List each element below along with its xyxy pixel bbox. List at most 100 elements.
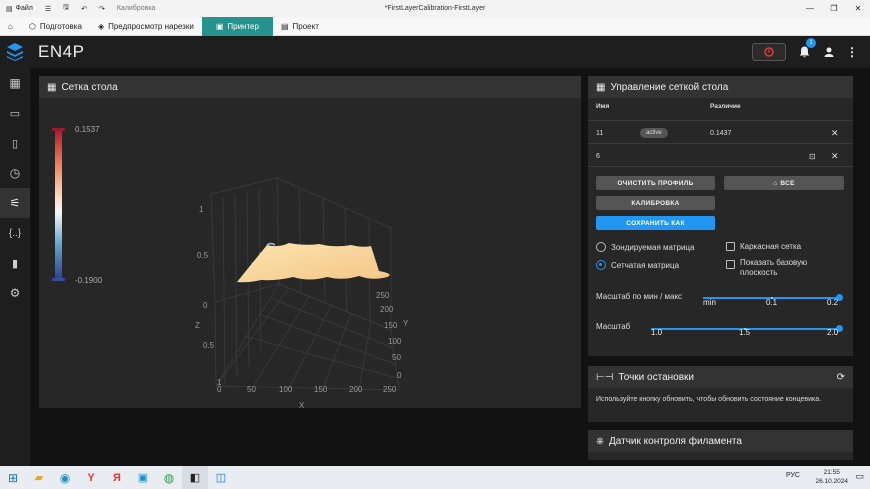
notification-badge: 1 <box>806 38 816 48</box>
project-icon: ▤ <box>280 21 289 31</box>
app-logo-icon <box>0 36 30 68</box>
endstops-hint: Используйте кнопку обновить, чтобы обнов… <box>596 396 822 403</box>
calendar-app-icon[interactable]: ◫ <box>208 466 234 489</box>
sidebar-item-machine[interactable]: ▮ <box>0 248 30 278</box>
account-icon[interactable] <box>822 47 836 57</box>
load-icon[interactable]: ⊡ <box>809 152 816 161</box>
mesh-management-header: ▦ Управление сеткой стола <box>588 76 853 98</box>
save-icon[interactable]: 🖫 <box>57 0 75 17</box>
sliders-icon: ⚟ <box>9 196 21 210</box>
table-row[interactable]: 6 ⊡ ✕ <box>588 149 853 163</box>
sidebar-item-files[interactable]: ▯ <box>0 128 30 158</box>
emergency-stop-button[interactable] <box>752 43 786 61</box>
colorbar-min: -0.1900 <box>75 276 103 285</box>
redo-icon[interactable]: ↷ <box>93 0 111 17</box>
home-icon[interactable]: ⌂ <box>0 17 21 36</box>
bed-mesh-header: ▦ Сетка стола <box>39 76 581 98</box>
z-tick: 0 <box>203 301 208 310</box>
yandex-browser-icon[interactable]: Y <box>78 466 104 489</box>
stop-icon <box>764 47 774 57</box>
z-tick: 0.5 <box>203 341 215 350</box>
file-menu[interactable]: ▤ Файл <box>0 0 39 17</box>
x-tick: 50 <box>247 385 256 394</box>
printer-icon: ▣ <box>215 21 224 31</box>
wireframe-checkbox[interactable]: Каркасная сетка <box>726 242 846 251</box>
start-icon[interactable]: ⊞ <box>0 466 26 489</box>
file-icon: ▯ <box>11 137 19 150</box>
notifications-button[interactable]: 1 <box>796 38 816 60</box>
bell-icon <box>799 46 809 58</box>
tab-preview[interactable]: ◈ Предпросмотр нарезки <box>90 17 202 36</box>
more-vertical-icon[interactable]: ⋮ <box>846 45 858 59</box>
filament-header: ⎈ Датчик контроля филамента <box>588 430 853 452</box>
chrome-icon[interactable]: ◍ <box>156 466 182 489</box>
x-tick: 250 <box>383 385 397 394</box>
undo-icon[interactable]: ↶ <box>75 0 93 17</box>
history-icon: ◷ <box>9 166 21 180</box>
y-axis-label: Y <box>403 319 409 328</box>
filament-icon: ⎈ <box>596 435 604 447</box>
bed-mesh-graph[interactable]: 0.1537 -0.1900 1 0.5 0 0.5 1 Z 0 50 100 … <box>39 98 581 408</box>
x-tick: 200 <box>349 385 363 394</box>
y-tick: 200 <box>380 305 394 314</box>
sidebar-item-history[interactable]: ◷ <box>0 158 30 188</box>
endstops-header: ⊢⊣ Точки остановки ⟳ <box>588 366 853 388</box>
show-base-plane-checkbox[interactable]: Показать базовую плоскость <box>726 258 846 278</box>
minmax-label: Масштаб по мин / макс <box>596 292 683 301</box>
probed-matrix-radio[interactable]: Зондируемая матрица <box>596 242 726 252</box>
y-tick: 50 <box>392 353 401 362</box>
status-badge: active <box>640 128 668 138</box>
yandex-icon[interactable]: Я <box>104 466 130 489</box>
grid-icon: ▦ <box>596 81 606 93</box>
edge-icon[interactable]: ◉ <box>52 466 78 489</box>
window-titlebar: ▤ Файл ☰ 🖫 ↶ ↷ Калибровка *FirstLayerCali… <box>0 0 870 17</box>
tab-printer[interactable]: ▣ Принтер <box>201 16 273 36</box>
x-tick: 100 <box>279 385 293 394</box>
close-icon[interactable]: ✕ <box>831 128 839 139</box>
close-icon[interactable]: ✕ <box>831 151 839 162</box>
tab-prepare[interactable]: ⬡ Подготовка <box>21 17 90 36</box>
y-tick: 0 <box>397 371 402 380</box>
table-row[interactable]: 11 active 0.1437 ✕ <box>588 126 853 140</box>
sidebar-item-settings[interactable]: ⚙ <box>0 278 30 308</box>
save-as-button[interactable]: СОХРАНИТЬ КАК <box>596 216 715 230</box>
notification-center-icon[interactable]: ▭ <box>855 471 864 482</box>
mesh-matrix-radio[interactable]: Сетчатая матрица <box>596 260 726 270</box>
sidebar-item-dashboard[interactable]: ▦ <box>0 68 30 98</box>
calibrate-button[interactable]: КАЛИБРОВКА <box>596 196 715 210</box>
refresh-icon[interactable]: ⟳ <box>837 372 845 383</box>
sidebar-item-tune[interactable]: ⚟ <box>0 188 30 218</box>
filament-sensor-card: ⎈ Датчик контроля филамента <box>588 430 853 460</box>
y-tick: 150 <box>384 321 398 330</box>
language-indicator[interactable]: РУС <box>786 472 800 479</box>
clear-profile-button[interactable]: ОЧИСТИТЬ ПРОФИЛЬ <box>596 176 715 190</box>
app-icon[interactable]: ▣ <box>130 466 156 489</box>
windows-taskbar: ⊞ ▰ ◉ Y Я ▣ ◍ ◧ ◫ 21:55 26.10.2024 РУС ▭ <box>0 466 870 489</box>
close-icon[interactable]: ✕ <box>846 0 870 17</box>
hamburger-button[interactable]: ☰ <box>39 0 57 17</box>
explorer-icon[interactable]: ▰ <box>26 466 52 489</box>
bed-mesh-card: ▦ Сетка стола 0.1537 -0.1900 1 0.5 0 0.5… <box>39 76 581 408</box>
sidebar-item-config[interactable]: {..} <box>0 218 30 248</box>
x-tick: 0 <box>217 385 222 394</box>
home-icon: ⌂ <box>773 179 778 187</box>
menu-icon: ▤ <box>6 5 13 13</box>
endstop-icon: ⊢⊣ <box>596 371 614 383</box>
x-axis-label: X <box>299 401 305 408</box>
system-clock[interactable]: 21:55 26.10.2024 <box>815 468 848 486</box>
layers-icon: ◈ <box>97 21 105 31</box>
y-tick: 100 <box>388 337 402 346</box>
minimize-icon[interactable]: — <box>798 0 822 17</box>
x-tick: 150 <box>314 385 328 394</box>
sidebar-item-console[interactable]: ▭ <box>0 98 30 128</box>
slicer-icon[interactable]: ◧ <box>182 466 208 489</box>
console-icon: ▭ <box>9 107 21 120</box>
dashboard-icon: ▦ <box>9 76 21 90</box>
tab-project[interactable]: ▤ Проект <box>273 17 327 36</box>
machine-icon: ▮ <box>11 257 19 270</box>
maximize-icon[interactable]: ❐ <box>822 0 846 17</box>
app-header: EN4P 1 ⋮ <box>0 36 870 68</box>
calibration-menu[interactable]: Калибровка <box>111 0 162 17</box>
main-tabs: ⌂ ⬡ Подготовка ◈ Предпросмотр нарезки ▣ При… <box>0 16 870 36</box>
home-all-button[interactable]: ⌂ ВСЕ <box>724 176 844 190</box>
